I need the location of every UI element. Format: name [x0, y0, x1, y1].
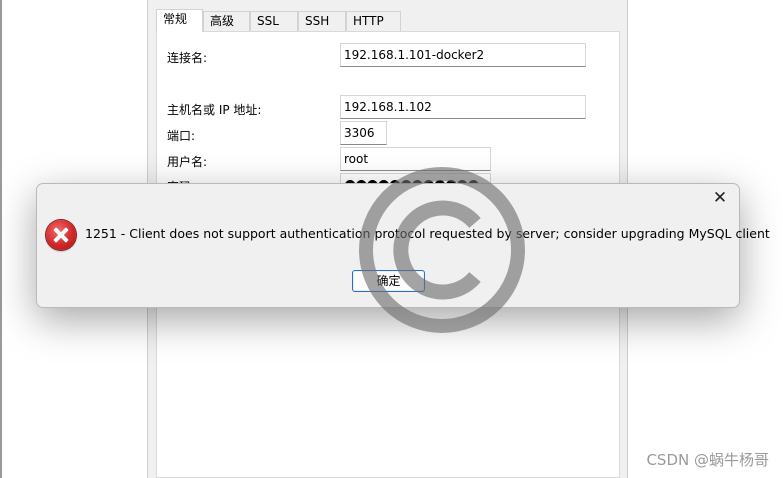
error-icon: [46, 220, 76, 250]
close-icon[interactable]: ✕: [709, 188, 731, 208]
tab-ssh[interactable]: SSH: [298, 11, 346, 31]
csdn-watermark: CSDN @蜗牛杨哥: [646, 451, 769, 469]
background-window-edge: [0, 0, 2, 478]
username-input[interactable]: root: [340, 147, 491, 171]
host-label: 主机名或 IP 地址:: [167, 103, 262, 117]
host-input[interactable]: 192.168.1.102: [340, 95, 586, 119]
ok-button[interactable]: 确定: [352, 270, 425, 292]
tab-general[interactable]: 常规: [156, 9, 203, 32]
username-label: 用户名:: [167, 155, 208, 169]
tab-http[interactable]: HTTP: [346, 11, 401, 31]
connection-name-label: 连接名:: [167, 51, 208, 65]
connection-name-input[interactable]: 192.168.1.101-docker2: [340, 43, 586, 67]
port-input[interactable]: 3306: [340, 121, 387, 145]
tab-ssl[interactable]: SSL: [250, 11, 298, 31]
port-label: 端口:: [167, 129, 196, 143]
tab-advanced[interactable]: 高级: [203, 11, 250, 31]
error-message: 1251 - Client does not support authentic…: [85, 226, 770, 241]
error-dialog: ✕ 1251 - Client does not support authent…: [36, 183, 770, 308]
